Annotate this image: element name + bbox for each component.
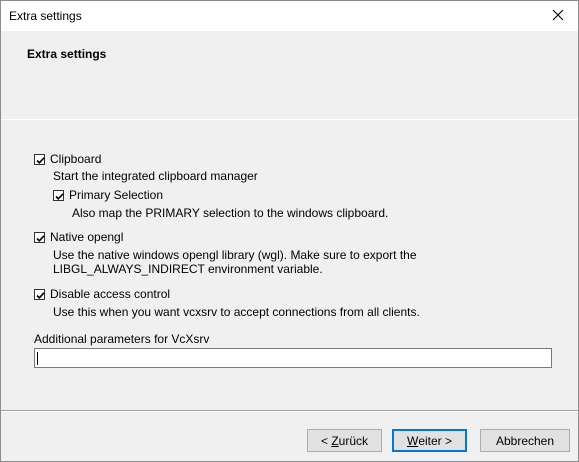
back-button[interactable]: < Zurück: [307, 429, 382, 452]
back-button-accelerator: Z: [331, 433, 339, 448]
close-button[interactable]: [538, 1, 578, 31]
cancel-button[interactable]: Abbrechen: [480, 429, 570, 452]
next-button-label: eiter >: [418, 433, 452, 448]
title-bar: Extra settings: [1, 1, 578, 31]
text-caret: [37, 352, 38, 365]
close-icon: [552, 9, 564, 24]
wizard-header: Extra settings: [1, 31, 578, 120]
footer-divider-highlight: [1, 411, 578, 412]
additional-params-label: Additional parameters for VcXsrv: [34, 332, 210, 346]
back-button-prefix: <: [320, 433, 332, 448]
page-title: Extra settings: [27, 47, 107, 61]
next-button-accelerator: W: [406, 433, 419, 448]
next-button[interactable]: Weiter >: [392, 429, 467, 452]
back-button-label: urück: [338, 433, 369, 448]
extra-settings-dialog: Extra settings Extra settings Clipboard …: [0, 0, 579, 462]
additional-params-input[interactable]: [34, 348, 552, 368]
cancel-button-label: Abbrechen: [495, 433, 555, 448]
window-title: Extra settings: [9, 9, 82, 23]
